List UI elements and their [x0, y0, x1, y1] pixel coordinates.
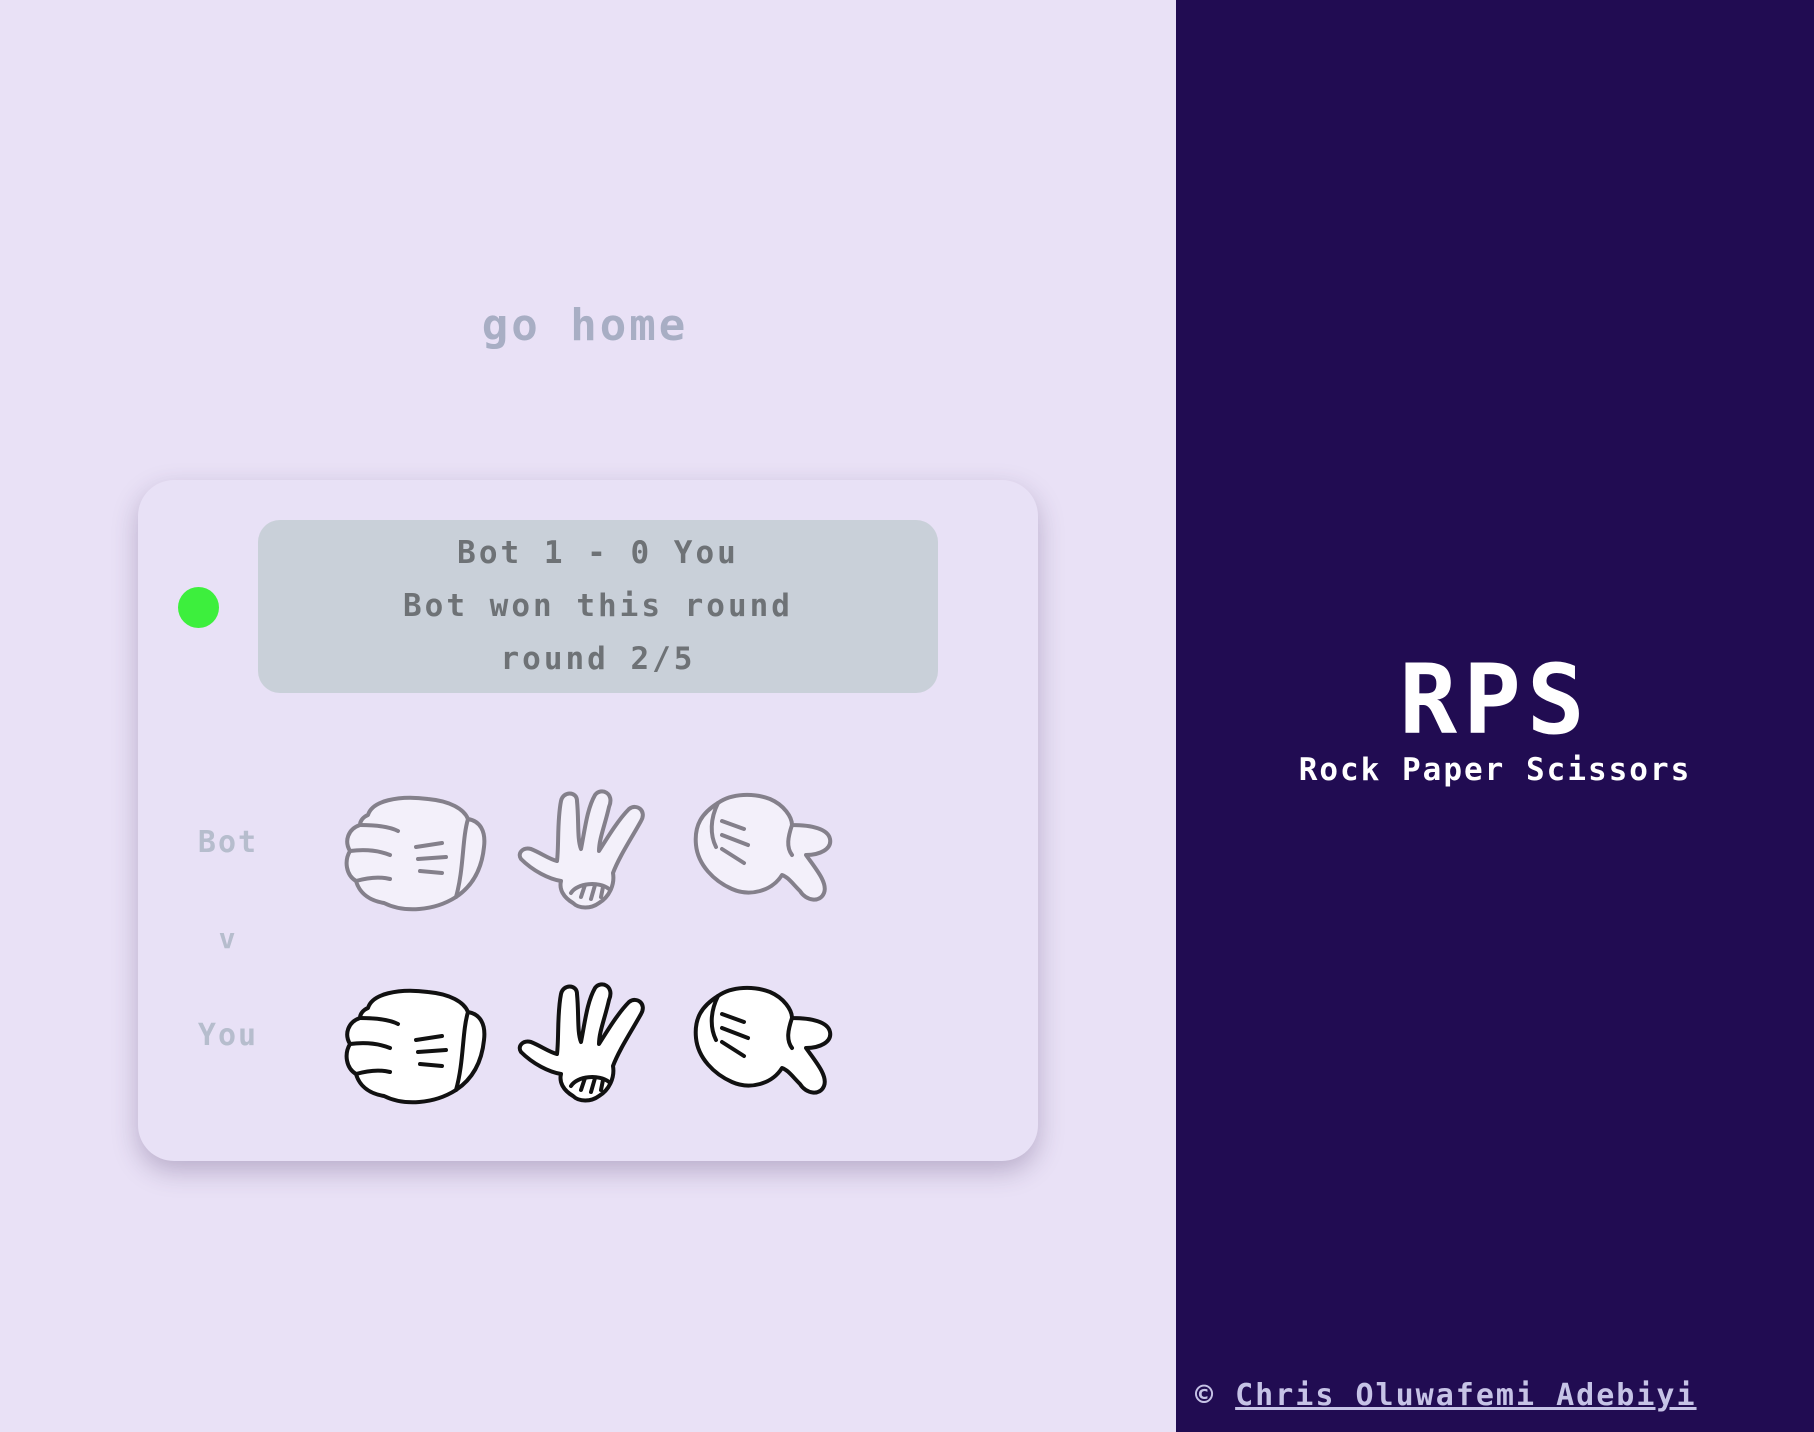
versus-label: v: [218, 922, 238, 955]
round-counter: round 2/5: [500, 641, 696, 677]
paper-glove-icon: [517, 982, 645, 1103]
game-card: Bot 1 - 0 You Bot won this round round 2…: [138, 480, 1038, 1161]
brand-panel: RPS Rock Paper Scissors: [1176, 0, 1814, 1432]
choose-paper-button[interactable]: [513, 978, 663, 1108]
you-label: You: [197, 1018, 259, 1053]
brand-subtitle: Rock Paper Scissors: [1298, 752, 1692, 788]
go-home-link[interactable]: go home: [360, 300, 810, 351]
choose-rock-button[interactable]: [338, 978, 488, 1108]
footer-credit: © Chris Oluwafemi Adebiyi: [1195, 1378, 1697, 1413]
choose-scissors-button[interactable]: [688, 978, 838, 1108]
bot-label: Bot: [197, 825, 259, 860]
copyright-symbol: ©: [1195, 1378, 1216, 1413]
scissors-glove-icon: [693, 985, 833, 1095]
brand-title: RPS: [1399, 644, 1591, 756]
rock-glove-icon: [344, 988, 487, 1105]
game-panel: go home Bot 1 - 0 You Bot won this round…: [0, 0, 1176, 1432]
scoreboard: Bot 1 - 0 You Bot won this round round 2…: [258, 520, 938, 693]
author-link[interactable]: Chris Oluwafemi Adebiyi: [1235, 1378, 1696, 1413]
brand-block: RPS Rock Paper Scissors: [1176, 650, 1814, 788]
bot-paper-icon: [513, 785, 663, 915]
bot-rock-icon: [338, 785, 488, 915]
score-line: Bot 1 - 0 You: [457, 535, 739, 571]
status-indicator-dot: [178, 587, 219, 628]
round-result: Bot won this round: [403, 588, 793, 624]
bot-scissors-icon: [688, 785, 838, 915]
